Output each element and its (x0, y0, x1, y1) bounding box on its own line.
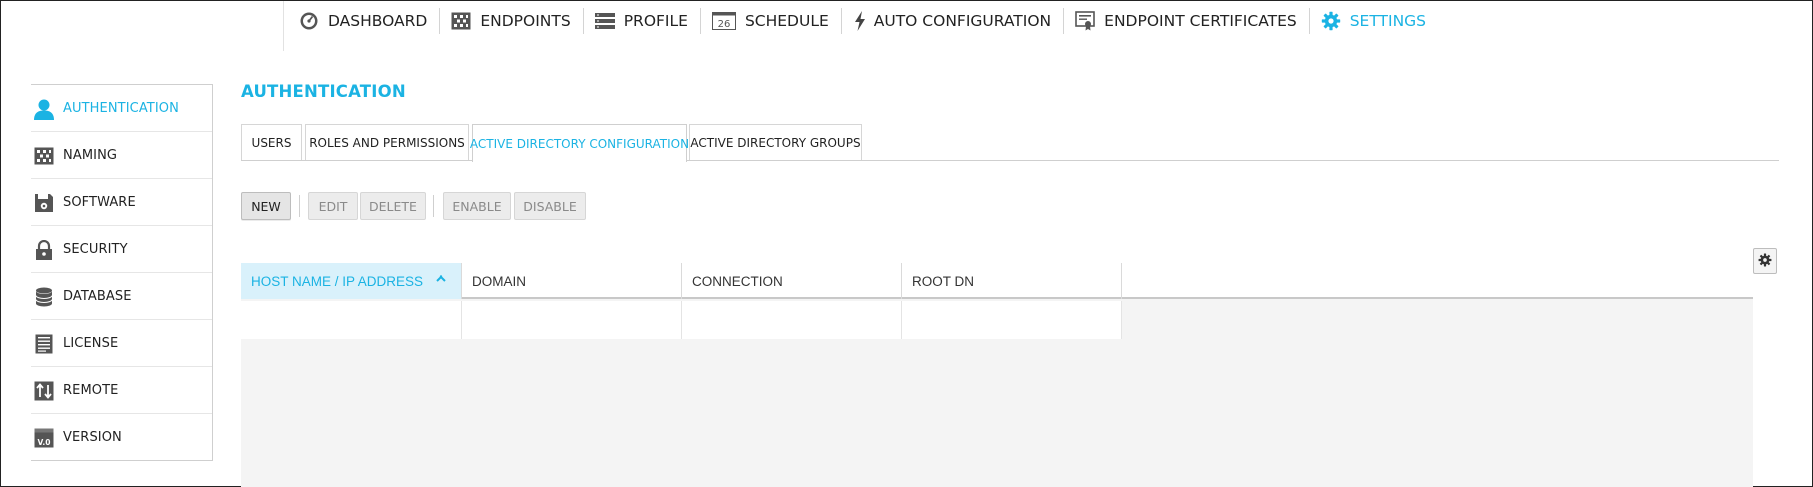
table-cell[interactable] (682, 301, 902, 339)
nav-separator (699, 8, 701, 34)
nav-schedule-label: SCHEDULE (744, 12, 829, 30)
toolbar-separator (433, 195, 434, 217)
naming-grid-icon (33, 145, 55, 167)
software-disk-icon (33, 192, 55, 214)
nav-schedule[interactable]: 26 SCHEDULE (711, 6, 829, 36)
settings-sidebar: AUTHENTICATION NAMING SOFTWARE SECURITY … (31, 84, 213, 461)
tab-label: ACTIVE DIRECTORY GROUPS (690, 136, 861, 150)
column-header-label: CONNECTION (692, 273, 783, 289)
certificate-icon (1075, 11, 1095, 31)
nav-separator (582, 8, 584, 34)
tab-active-directory-groups[interactable]: ACTIVE DIRECTORY GROUPS (689, 124, 862, 161)
sidebar-item-security[interactable]: SECURITY (31, 226, 212, 273)
calendar-icon: 26 (711, 11, 736, 31)
nav-auto-configuration[interactable]: AUTO CONFIGURATION (853, 6, 1051, 36)
top-navigation: DASHBOARD ENDPOINTS PROFILE 26 SCHEDULE (299, 6, 1426, 36)
dashboard-gauge-icon (299, 11, 319, 31)
page-title: AUTHENTICATION (241, 82, 406, 101)
column-header-connection[interactable]: CONNECTION (682, 263, 902, 299)
sidebar-item-license[interactable]: LICENSE (31, 320, 212, 367)
sidebar-item-label: REMOTE (63, 383, 119, 398)
nav-separator (840, 8, 842, 34)
column-header-domain[interactable]: DOMAIN (462, 263, 682, 299)
column-header-host-name[interactable]: HOST NAME / IP ADDRESS (241, 263, 462, 299)
nav-profile-label: PROFILE (623, 12, 688, 30)
app-window: DASHBOARD ENDPOINTS PROFILE 26 SCHEDULE (0, 0, 1813, 487)
table-cell[interactable] (462, 301, 682, 339)
sidebar-item-label: VERSION (63, 430, 122, 445)
column-header-label: ROOT DN (912, 273, 975, 289)
nav-endpoints-label: ENDPOINTS (480, 12, 571, 30)
column-header-root-dn[interactable]: ROOT DN (902, 263, 1122, 299)
nav-endpoint-certificates-label: ENDPOINT CERTIFICATES (1104, 12, 1297, 30)
sidebar-item-label: AUTHENTICATION (63, 101, 179, 116)
sidebar-item-naming[interactable]: NAMING (31, 132, 212, 179)
sidebar-item-database[interactable]: DATABASE (31, 273, 212, 320)
nav-separator (1308, 8, 1310, 34)
column-header-label: HOST NAME / IP ADDRESS (251, 273, 424, 289)
nav-settings-label: SETTINGS (1349, 12, 1427, 30)
version-icon: V.0 (33, 427, 55, 449)
nav-separator (439, 8, 441, 34)
lightning-icon (853, 11, 867, 31)
grid-settings-button[interactable] (1753, 248, 1777, 274)
nav-endpoints[interactable]: ENDPOINTS (451, 6, 571, 36)
sidebar-item-label: SOFTWARE (63, 195, 136, 210)
gear-icon (1321, 11, 1341, 31)
enable-button[interactable]: ENABLE (443, 192, 511, 220)
database-icon (33, 286, 55, 308)
sidebar-item-authentication[interactable]: AUTHENTICATION (31, 85, 212, 132)
column-header-label: DOMAIN (472, 273, 526, 289)
tab-label: ACTIVE DIRECTORY CONFIGURATION (469, 136, 690, 151)
nav-dashboard[interactable]: DASHBOARD (299, 6, 427, 36)
sidebar-item-label: NAMING (63, 148, 118, 163)
edit-button[interactable]: EDIT (308, 192, 358, 220)
endpoints-grid-icon (451, 11, 471, 31)
sidebar-item-label: DATABASE (63, 289, 132, 304)
topnav-left-divider (283, 1, 284, 51)
sort-ascending-icon (435, 272, 447, 282)
delete-button[interactable]: DELETE (360, 192, 426, 220)
new-button[interactable]: NEW (241, 192, 291, 220)
tab-users[interactable]: USERS (241, 124, 302, 161)
tab-roles-and-permissions[interactable]: ROLES AND PERMISSIONS (305, 124, 469, 161)
nav-profile[interactable]: PROFILE (594, 6, 688, 36)
toolbar-separator (299, 195, 300, 217)
license-document-icon (33, 333, 55, 355)
table-cell[interactable] (902, 301, 1122, 339)
sidebar-item-remote[interactable]: REMOTE (31, 367, 212, 414)
nav-dashboard-label: DASHBOARD (328, 12, 428, 30)
nav-separator (1063, 8, 1065, 34)
disable-button[interactable]: DISABLE (514, 192, 586, 220)
tab-label: USERS (251, 136, 292, 150)
nav-auto-configuration-label: AUTO CONFIGURATION (873, 12, 1052, 30)
gear-icon (1758, 252, 1772, 271)
tab-active-directory-configuration[interactable]: ACTIVE DIRECTORY CONFIGURATION (469, 124, 690, 162)
table-cell[interactable] (241, 301, 462, 339)
user-icon (33, 98, 55, 120)
nav-endpoint-certificates[interactable]: ENDPOINT CERTIFICATES (1075, 6, 1297, 36)
profile-list-icon (594, 11, 615, 31)
lock-icon (33, 239, 55, 261)
remote-arrows-icon (33, 380, 55, 402)
sidebar-item-label: LICENSE (63, 336, 119, 351)
sidebar-item-version[interactable]: V.0 VERSION (31, 414, 212, 461)
sidebar-item-software[interactable]: SOFTWARE (31, 179, 212, 226)
nav-settings[interactable]: SETTINGS (1321, 6, 1426, 36)
svg-text:V.0: V.0 (38, 438, 51, 447)
tab-label: ROLES AND PERMISSIONS (309, 136, 465, 150)
svg-text:26: 26 (718, 19, 731, 30)
sidebar-item-label: SECURITY (63, 242, 128, 257)
